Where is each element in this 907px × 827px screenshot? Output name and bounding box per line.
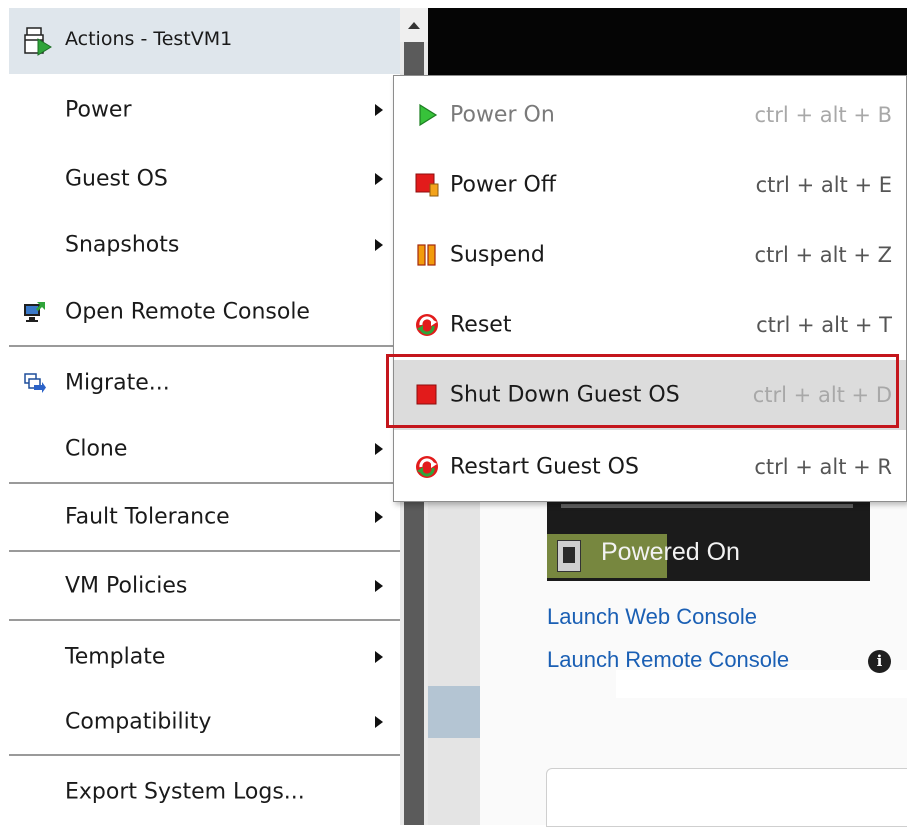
menu-separator bbox=[9, 345, 400, 347]
console-preview-top bbox=[428, 8, 907, 78]
menu-item-open-remote-console[interactable]: Open Remote Console bbox=[9, 281, 400, 343]
keyboard-shortcut: ctrl + alt + B bbox=[754, 103, 892, 127]
submenu-item-label: Shut Down Guest OS bbox=[450, 382, 680, 408]
menu-item-label: Guest OS bbox=[65, 166, 168, 192]
bottom-panel-box bbox=[546, 768, 907, 827]
actions-menu: Actions - TestVM1 Power Guest OS Snapsho… bbox=[9, 8, 400, 825]
submenu-item-label: Suspend bbox=[450, 242, 545, 268]
scroll-up-button[interactable] bbox=[400, 8, 428, 42]
submenu-item-label: Reset bbox=[450, 312, 512, 338]
submenu-item-power-on[interactable]: Power On ctrl + alt + B bbox=[394, 80, 906, 150]
menu-header: Actions - TestVM1 bbox=[9, 8, 400, 74]
keyboard-shortcut: ctrl + alt + Z bbox=[754, 243, 892, 267]
submenu-item-label: Power Off bbox=[450, 172, 556, 198]
menu-item-migrate[interactable]: Migrate... bbox=[9, 352, 400, 414]
submenu-item-label: Restart Guest OS bbox=[450, 454, 639, 480]
play-icon bbox=[419, 103, 438, 127]
stop-icon bbox=[416, 384, 437, 405]
submenu-arrow-icon bbox=[375, 104, 383, 116]
submenu-item-label: Power On bbox=[450, 102, 555, 128]
menu-separator bbox=[9, 482, 400, 484]
menu-title: Actions - TestVM1 bbox=[65, 28, 233, 50]
vm-actions-icon bbox=[24, 27, 52, 56]
menu-item-label: Open Remote Console bbox=[65, 299, 310, 325]
info-icon[interactable]: i bbox=[868, 650, 891, 673]
submenu-item-reset[interactable]: Reset ctrl + alt + T bbox=[394, 290, 906, 360]
submenu-item-shut-down-guest-os[interactable]: Shut Down Guest OS ctrl + alt + D bbox=[394, 360, 906, 430]
vm-chip-icon bbox=[557, 540, 581, 572]
menu-item-guest-os[interactable]: Guest OS bbox=[9, 148, 400, 210]
keyboard-shortcut: ctrl + alt + T bbox=[756, 313, 892, 337]
background-selected-band bbox=[428, 686, 480, 738]
launch-web-console-link[interactable]: Launch Web Console bbox=[547, 604, 757, 630]
menu-item-vm-policies[interactable]: VM Policies bbox=[9, 555, 400, 617]
submenu-item-power-off[interactable]: Power Off ctrl + alt + E bbox=[394, 150, 906, 220]
menu-item-fault-tolerance[interactable]: Fault Tolerance bbox=[9, 486, 400, 548]
submenu-arrow-icon bbox=[375, 651, 383, 663]
menu-item-compatibility[interactable]: Compatibility bbox=[9, 691, 400, 753]
console-thumb-bar bbox=[561, 504, 853, 508]
keyboard-shortcut: ctrl + alt + R bbox=[754, 455, 892, 479]
launch-remote-console-link[interactable]: Launch Remote Console bbox=[547, 647, 789, 673]
menu-separator bbox=[9, 619, 400, 621]
menu-item-export-system-logs[interactable]: Export System Logs... bbox=[9, 761, 400, 823]
remote-console-icon bbox=[24, 302, 45, 322]
menu-item-clone[interactable]: Clone bbox=[9, 418, 400, 480]
submenu-arrow-icon bbox=[375, 239, 383, 251]
menu-separator bbox=[9, 550, 400, 552]
submenu-arrow-icon bbox=[375, 511, 383, 523]
menu-item-label: Fault Tolerance bbox=[65, 504, 230, 530]
menu-item-label: VM Policies bbox=[65, 573, 188, 599]
menu-item-label: Clone bbox=[65, 436, 128, 462]
console-thumbnail[interactable]: Powered On bbox=[547, 500, 870, 581]
menu-item-label: Snapshots bbox=[65, 232, 180, 258]
menu-item-label: Compatibility bbox=[65, 709, 212, 735]
menu-item-snapshots[interactable]: Snapshots bbox=[9, 214, 400, 276]
menu-item-label: Power bbox=[65, 97, 132, 123]
menu-separator bbox=[9, 754, 400, 756]
power-submenu: Power On ctrl + alt + B Power Off ctrl +… bbox=[393, 75, 907, 502]
restart-icon bbox=[416, 456, 438, 478]
submenu-arrow-icon bbox=[375, 580, 383, 592]
reset-icon bbox=[416, 314, 438, 336]
vm-power-state: Powered On bbox=[601, 538, 740, 566]
menu-item-power[interactable]: Power bbox=[9, 79, 400, 141]
menu-item-label: Migrate... bbox=[65, 370, 170, 396]
panel-white-box bbox=[616, 670, 907, 698]
power-off-icon bbox=[415, 173, 439, 197]
menu-item-template[interactable]: Template bbox=[9, 626, 400, 688]
keyboard-shortcut: ctrl + alt + E bbox=[755, 173, 892, 197]
pause-icon bbox=[417, 244, 436, 266]
submenu-arrow-icon bbox=[375, 716, 383, 728]
submenu-item-suspend[interactable]: Suspend ctrl + alt + Z bbox=[394, 220, 906, 290]
keyboard-shortcut: ctrl + alt + D bbox=[752, 383, 892, 407]
submenu-arrow-icon bbox=[375, 173, 383, 185]
submenu-item-restart-guest-os[interactable]: Restart Guest OS ctrl + alt + R bbox=[394, 432, 906, 502]
menu-item-label: Template bbox=[65, 644, 166, 670]
submenu-arrow-icon bbox=[375, 443, 383, 455]
migrate-icon bbox=[24, 373, 46, 393]
menu-item-label: Export System Logs... bbox=[65, 779, 305, 805]
